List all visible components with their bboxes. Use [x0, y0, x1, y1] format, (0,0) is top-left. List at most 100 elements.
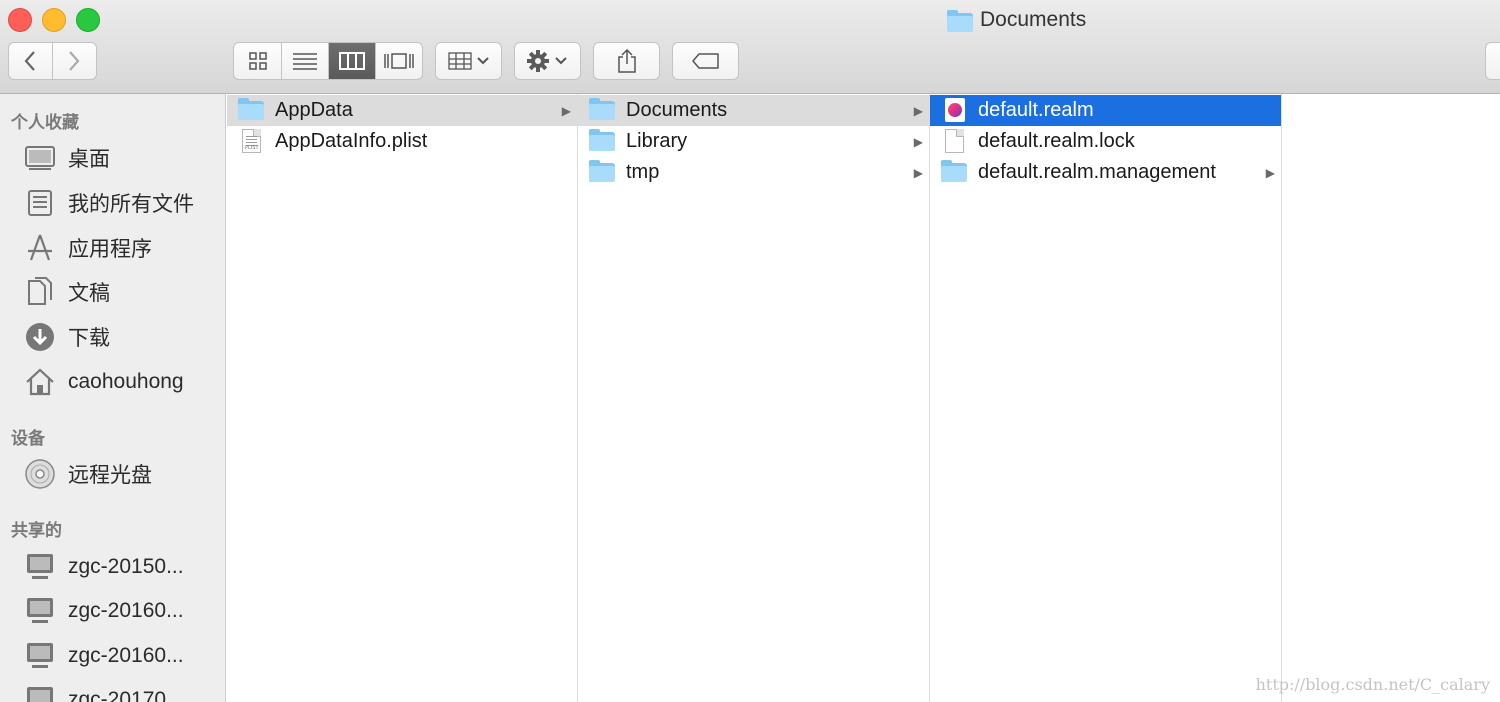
icon-view-button[interactable] — [234, 43, 283, 79]
sidebar-item-home[interactable]: caohouhong — [24, 362, 184, 402]
file-row-plist[interactable]: PLIST AppDataInfo.plist — [227, 126, 577, 157]
sidebar-item-label: 桌面 — [68, 148, 110, 171]
file-row-folder[interactable]: default.realm.management ▶ — [930, 157, 1281, 188]
disc-icon — [24, 458, 56, 490]
file-name: AppDataInfo.plist — [275, 130, 428, 152]
column-view-button[interactable] — [329, 43, 376, 79]
sidebar-item-label: 文稿 — [68, 282, 110, 305]
computer-icon — [24, 684, 56, 702]
home-icon — [24, 366, 56, 398]
watermark: http://blog.csdn.net/C_calary — [1255, 675, 1490, 694]
favorites-header: 个人收藏 — [11, 113, 79, 132]
sidebar-item-shared-computer[interactable]: zgc-20160... — [24, 591, 184, 631]
folder-icon — [588, 160, 616, 184]
folder-icon — [588, 98, 616, 122]
cover-flow-view-button[interactable] — [376, 43, 422, 79]
file-row-realm-selected[interactable]: default.realm — [930, 95, 1281, 126]
window-title: Documents — [946, 6, 1086, 34]
grid-icon — [248, 52, 267, 70]
blank-file-icon — [940, 129, 968, 153]
zoom-window-button[interactable] — [76, 8, 100, 32]
computer-icon — [24, 595, 56, 627]
folder-icon — [940, 160, 968, 184]
sidebar-item-label: caohouhong — [68, 370, 184, 393]
downloads-icon — [24, 321, 56, 353]
list-view-button[interactable] — [282, 43, 330, 79]
sidebar-item-label: zgc-20160... — [68, 599, 184, 622]
gear-icon — [526, 50, 567, 72]
browser-column-1: AppData ▶ PLIST AppDataInfo.plist — [227, 94, 578, 702]
action-menu-button[interactable] — [514, 42, 581, 80]
sidebar-item-label: 应用程序 — [68, 238, 152, 261]
disclosure-arrow-icon: ▶ — [1265, 165, 1275, 180]
back-forward-control — [8, 42, 97, 80]
search-field[interactable] — [1485, 42, 1500, 80]
sidebar-item-label: 我的所有文件 — [68, 193, 194, 216]
file-name: AppData — [275, 99, 353, 121]
browser-column-4-empty — [1282, 94, 1500, 702]
forward-button[interactable] — [53, 43, 96, 79]
browser-column-2: Documents ▶ Library ▶ tmp ▶ — [578, 94, 930, 702]
view-switcher — [233, 42, 423, 80]
columns-icon — [339, 52, 366, 70]
folder-icon — [237, 98, 265, 122]
plist-file-icon: PLIST — [237, 129, 265, 153]
file-name: default.realm.lock — [978, 130, 1135, 152]
sidebar-item-downloads[interactable]: 下载 — [24, 317, 110, 357]
file-row-folder[interactable]: Library ▶ — [578, 126, 929, 157]
tag-icon — [691, 53, 719, 69]
share-icon — [617, 48, 636, 73]
applications-icon — [24, 232, 56, 264]
sidebar-item-applications[interactable]: 应用程序 — [24, 228, 152, 268]
finder-window: Documents 个人收藏 桌面 我的所有文件 应用程序 文稿 下载 caoh… — [0, 0, 1500, 702]
sidebar-item-label: zgc-20150... — [68, 555, 184, 578]
list-icon — [293, 53, 318, 70]
desktop-icon — [24, 142, 56, 174]
folder-icon — [946, 10, 973, 32]
sidebar-item-shared-computer[interactable]: zgc-20150... — [24, 547, 184, 587]
disclosure-arrow-icon: ▶ — [913, 103, 923, 118]
file-row-folder[interactable]: AppData ▶ — [227, 95, 577, 126]
sidebar-item-shared-computer[interactable]: zgc-20170... — [24, 680, 184, 702]
all-files-icon — [24, 187, 56, 219]
devices-header: 设备 — [11, 429, 45, 448]
file-name: default.realm.management — [978, 161, 1216, 183]
share-button[interactable] — [593, 42, 660, 80]
chevron-right-icon — [69, 51, 80, 71]
sidebar-item-label: 下载 — [68, 327, 110, 350]
file-name: default.realm — [978, 99, 1094, 121]
toolbar: Documents — [0, 0, 1500, 94]
file-row-folder[interactable]: Documents ▶ — [578, 95, 929, 126]
sidebar-item-all-files[interactable]: 我的所有文件 — [24, 183, 194, 223]
arrange-button[interactable] — [435, 42, 502, 80]
window-title-text: Documents — [980, 8, 1087, 31]
file-name: Library — [626, 130, 688, 152]
documents-icon — [24, 276, 56, 308]
file-row-file[interactable]: default.realm.lock — [930, 126, 1281, 157]
sidebar: 个人收藏 桌面 我的所有文件 应用程序 文稿 下载 caohouhong 设备 … — [0, 94, 226, 702]
folder-icon — [588, 129, 616, 153]
sidebar-item-label: zgc-20170... — [68, 688, 184, 702]
sidebar-item-remote-disc[interactable]: 远程光盘 — [24, 454, 152, 494]
sidebar-item-documents[interactable]: 文稿 — [24, 272, 110, 312]
file-name: Documents — [626, 99, 728, 121]
computer-icon — [24, 640, 56, 672]
sidebar-item-label: 远程光盘 — [68, 464, 152, 487]
sidebar-item-desktop[interactable]: 桌面 — [24, 138, 110, 178]
shared-header: 共享的 — [11, 521, 62, 540]
computer-icon — [24, 551, 56, 583]
close-window-button[interactable] — [8, 8, 32, 32]
tags-button[interactable] — [672, 42, 739, 80]
back-button[interactable] — [9, 43, 53, 79]
chevron-left-icon — [24, 51, 36, 71]
sidebar-item-label: zgc-20160... — [68, 644, 184, 667]
arrange-icon — [447, 52, 489, 70]
file-row-folder[interactable]: tmp ▶ — [578, 157, 929, 188]
sidebar-item-shared-computer[interactable]: zgc-20160... — [24, 636, 184, 676]
minimize-window-button[interactable] — [42, 8, 66, 32]
realm-file-icon — [940, 98, 968, 122]
disclosure-arrow-icon: ▶ — [913, 165, 923, 180]
browser-column-3: default.realm default.realm.lock default… — [930, 94, 1282, 702]
cover-flow-icon — [384, 53, 414, 69]
disclosure-arrow-icon: ▶ — [561, 103, 571, 118]
